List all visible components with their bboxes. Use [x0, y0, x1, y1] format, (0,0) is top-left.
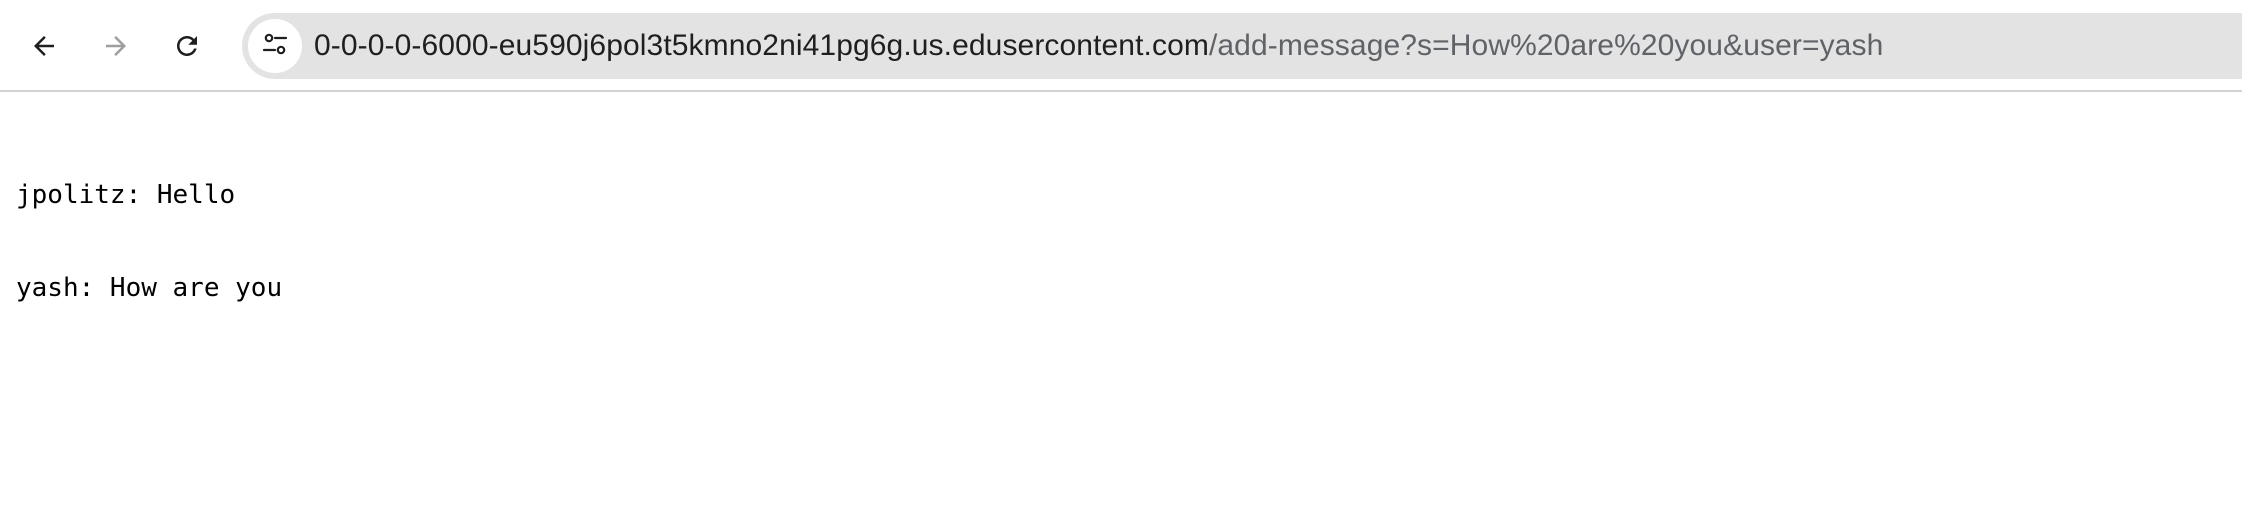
page-content: jpolitz: Hello yash: How are you [16, 118, 282, 335]
url-host: 0-0-0-0-6000-eu590j6pol3t5kmno2ni41pg6g.… [314, 29, 1209, 62]
back-button[interactable] [16, 18, 72, 74]
message-line: yash: How are you [16, 273, 283, 303]
tune-icon [260, 29, 290, 64]
address-bar[interactable]: 0-0-0-0-6000-eu590j6pol3t5kmno2ni41pg6g.… [242, 13, 2242, 79]
site-info-button[interactable] [248, 19, 302, 73]
url-path: /add-message?s=How%20are%20you&user=yash [1208, 29, 1884, 62]
forward-button[interactable] [88, 18, 144, 74]
browser-toolbar: 0-0-0-0-6000-eu590j6pol3t5kmno2ni41pg6g.… [0, 0, 2242, 92]
reload-icon [172, 31, 202, 61]
arrow-left-icon [29, 31, 59, 61]
message-line: jpolitz: Hello [16, 180, 236, 210]
reload-button[interactable] [159, 18, 215, 74]
arrow-right-icon [101, 31, 131, 61]
url-text[interactable]: 0-0-0-0-6000-eu590j6pol3t5kmno2ni41pg6g.… [314, 13, 1883, 79]
